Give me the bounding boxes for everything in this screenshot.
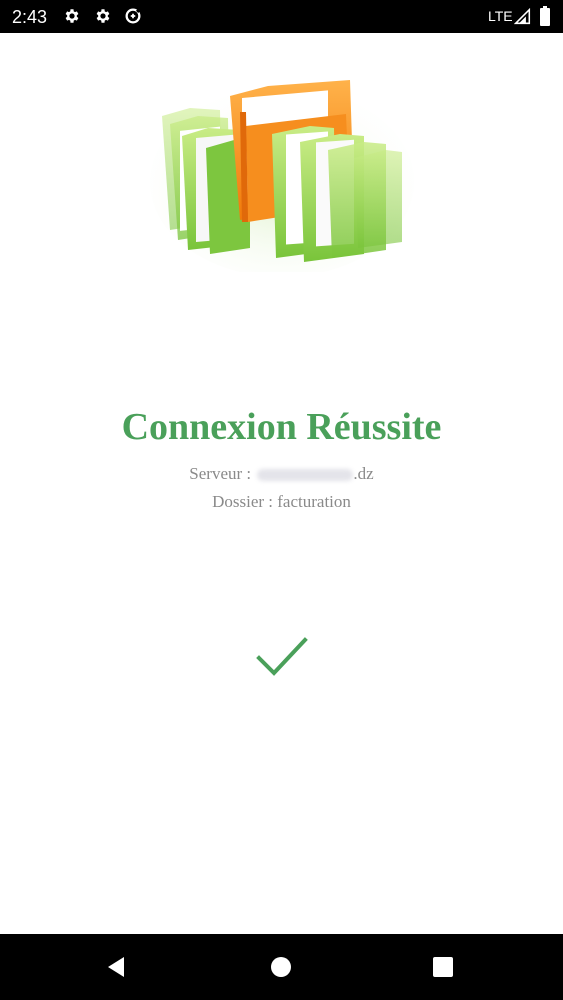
server-name-redacted: [257, 469, 354, 482]
status-time: 2:43: [12, 7, 48, 27]
navigation-bar: [0, 934, 563, 1000]
back-icon[interactable]: [104, 954, 130, 980]
folder-value: facturation: [277, 492, 351, 511]
data-saver-icon: [125, 8, 141, 24]
battery-icon: [540, 6, 550, 26]
home-icon[interactable]: [268, 954, 294, 980]
folder-line: Dossier : facturation: [0, 491, 563, 513]
server-line: Serveur : .dz: [0, 463, 563, 485]
folder-label: Dossier :: [212, 492, 274, 511]
success-title: Connexion Réussite: [121, 406, 442, 448]
signal-icon: [514, 8, 531, 25]
recents-icon[interactable]: [430, 954, 456, 980]
checkmark-icon: [256, 637, 308, 676]
settings-gear-icon: [96, 9, 110, 23]
server-suffix: .dz: [353, 464, 374, 483]
settings-gear-icon: [65, 9, 79, 23]
status-bar: 2:43 LTE: [0, 0, 563, 33]
network-type: LTE: [488, 8, 513, 24]
folders-illustration: [150, 80, 414, 272]
server-label: Serveur :: [189, 464, 252, 483]
